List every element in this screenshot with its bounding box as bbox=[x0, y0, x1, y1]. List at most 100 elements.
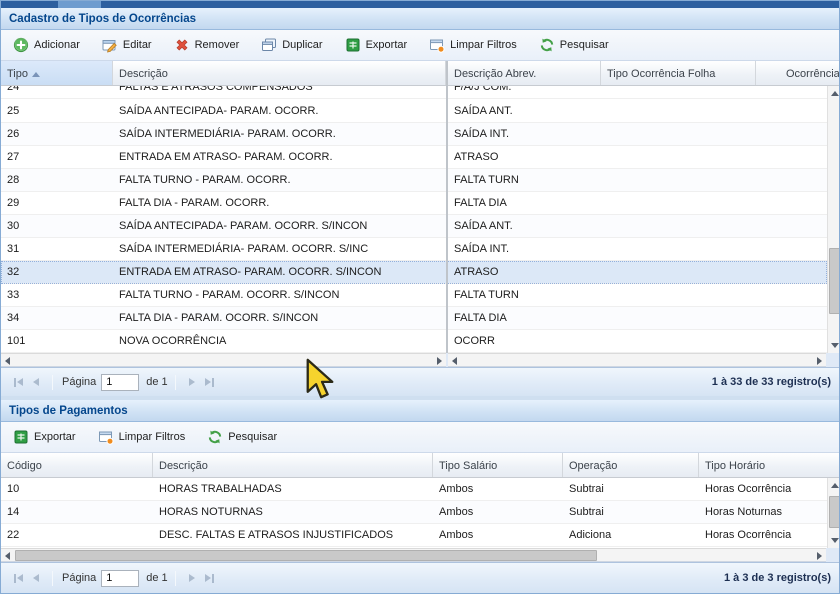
cell-ocorrencia bbox=[756, 330, 827, 352]
cell-abrev: OCORR bbox=[448, 330, 601, 352]
export-icon bbox=[13, 429, 29, 445]
first-page-button[interactable] bbox=[9, 569, 27, 587]
scroll-down-icon[interactable] bbox=[831, 538, 839, 543]
cell-tipo: 34 bbox=[1, 307, 113, 329]
partially-scrolled-row[interactable]: 24FALTAS E ATRASOS COMPENSADOSF/A/J COM. bbox=[1, 86, 827, 100]
payments-vertical-scrollbar[interactable] bbox=[827, 478, 840, 548]
table-row[interactable]: 10HORAS TRABALHADASAmbosSubtraiHoras Oco… bbox=[1, 478, 827, 501]
scroll-up-icon[interactable] bbox=[831, 91, 839, 96]
first-page-icon bbox=[17, 378, 23, 386]
table-row[interactable]: 31SAÍDA INTERMEDIÁRIA- PARAM. OCORR. S/I… bbox=[1, 238, 827, 261]
column-header-tipo[interactable]: Tipo bbox=[1, 61, 113, 86]
first-page-button[interactable] bbox=[9, 373, 27, 391]
table-row[interactable]: 25SAÍDA ANTECIPADA- PARAM. OCORR.SAÍDA A… bbox=[1, 100, 827, 123]
page-input[interactable] bbox=[101, 374, 139, 391]
prev-page-icon bbox=[33, 574, 39, 582]
column-header-tipo-horario[interactable]: Tipo Horário bbox=[699, 453, 840, 478]
cell-tipo: 25 bbox=[1, 100, 113, 122]
occurrences-hscrollbar-locked[interactable] bbox=[1, 353, 446, 367]
cell-abrev: SAÍDA INT. bbox=[448, 238, 601, 260]
separator bbox=[175, 571, 176, 586]
export-button[interactable]: Exportar bbox=[9, 426, 80, 448]
scroll-right-icon[interactable] bbox=[817, 552, 822, 560]
prev-page-button[interactable] bbox=[27, 569, 45, 587]
cell-descricao: FALTA TURNO - PARAM. OCORR. bbox=[113, 169, 446, 191]
page-input[interactable] bbox=[101, 570, 139, 587]
column-header-descricao[interactable]: Descrição bbox=[153, 453, 433, 478]
clear-filters-button[interactable]: Limpar Filtros bbox=[425, 34, 521, 56]
separator bbox=[52, 375, 53, 390]
cell-tipo: 33 bbox=[1, 284, 113, 306]
cell-ocorrencia bbox=[756, 284, 827, 306]
column-header-descricao-abrev[interactable]: Descrição Abrev. bbox=[448, 61, 601, 86]
table-row[interactable]: 33FALTA TURNO - PARAM. OCORR. S/INCONFAL… bbox=[1, 284, 827, 307]
table-row[interactable]: 14HORAS NOTURNASAmbosSubtraiHoras Noturn… bbox=[1, 501, 827, 524]
vertical-scroll-thumb[interactable] bbox=[829, 248, 840, 314]
prev-page-button[interactable] bbox=[27, 373, 45, 391]
cell-descricao: SAÍDA INTERMEDIÁRIA- PARAM. OCORR. S/INC bbox=[113, 238, 446, 260]
last-page-icon bbox=[205, 574, 211, 582]
table-row[interactable]: 28FALTA TURNO - PARAM. OCORR.FALTA TURN bbox=[1, 169, 827, 192]
table-row[interactable]: 26SAÍDA INTERMEDIÁRIA- PARAM. OCORR.SAÍD… bbox=[1, 123, 827, 146]
cell-tipo: 101 bbox=[1, 330, 113, 352]
cell-ocorrencia bbox=[756, 169, 827, 191]
cell-ocorrencia bbox=[756, 192, 827, 214]
occurrences-hscrollbar-scrollable[interactable] bbox=[448, 353, 826, 367]
horizontal-scroll-thumb[interactable] bbox=[15, 550, 597, 561]
last-page-button[interactable] bbox=[201, 569, 219, 587]
cell-folha bbox=[601, 192, 756, 214]
export-button[interactable]: Exportar bbox=[341, 34, 412, 56]
cell-descricao: SAÍDA ANTECIPADA- PARAM. OCORR. S/INCON bbox=[113, 215, 446, 237]
cell-descricao: FALTAS E ATRASOS COMPENSADOS bbox=[113, 86, 446, 98]
records-summary: 1 à 3 de 3 registro(s) bbox=[724, 572, 831, 584]
cell-abrev: SAÍDA ANT. bbox=[448, 100, 601, 122]
cell-descricao: ENTRADA EM ATRASO- PARAM. OCORR. S/INCON bbox=[113, 261, 446, 283]
scroll-left-icon[interactable] bbox=[5, 552, 10, 560]
scroll-up-icon[interactable] bbox=[831, 483, 839, 488]
cell-codigo: 22 bbox=[1, 524, 153, 546]
scroll-right-icon[interactable] bbox=[437, 357, 442, 365]
column-header-tipo-salario[interactable]: Tipo Salário bbox=[433, 453, 563, 478]
cell-folha bbox=[601, 261, 756, 283]
table-row[interactable]: 22DESC. FALTAS E ATRASOS INJUSTIFICADOSA… bbox=[1, 524, 827, 547]
search-button[interactable]: Pesquisar bbox=[535, 34, 613, 56]
next-page-button[interactable] bbox=[183, 373, 201, 391]
app-window: Cadastro de Tipos de Ocorrências Adicion… bbox=[0, 0, 840, 594]
search-button[interactable]: Pesquisar bbox=[203, 426, 281, 448]
payments-hscrollbar[interactable] bbox=[1, 548, 826, 562]
vertical-scroll-thumb[interactable] bbox=[829, 496, 840, 528]
last-page-button[interactable] bbox=[201, 373, 219, 391]
table-row[interactable]: 32ENTRADA EM ATRASO- PARAM. OCORR. S/INC… bbox=[1, 261, 827, 284]
cell-operacao: Subtrai bbox=[563, 478, 699, 500]
table-row[interactable]: 34FALTA DIA - PARAM. OCORR. S/INCONFALTA… bbox=[1, 307, 827, 330]
table-row[interactable]: 30SAÍDA ANTECIPADA- PARAM. OCORR. S/INCO… bbox=[1, 215, 827, 238]
edit-button[interactable]: Editar bbox=[98, 34, 156, 56]
scroll-down-icon[interactable] bbox=[831, 343, 839, 348]
table-row[interactable]: 29FALTA DIA - PARAM. OCORR.FALTA DIA bbox=[1, 192, 827, 215]
table-row[interactable]: 101NOVA OCORRÊNCIAOCORR bbox=[1, 330, 827, 353]
duplicate-button[interactable]: Duplicar bbox=[257, 34, 326, 56]
cell-abrev: FALTA DIA bbox=[448, 307, 601, 329]
cell-salario: Ambos bbox=[433, 501, 563, 523]
column-header-operacao[interactable]: Operação bbox=[563, 453, 699, 478]
occurrences-paging-toolbar: Página de 1 1 à 33 de 33 registro(s) bbox=[1, 367, 839, 396]
remove-button[interactable]: Remover bbox=[170, 34, 244, 56]
column-header-ocorrencia[interactable]: Ocorrência bbox=[756, 61, 840, 86]
scroll-left-icon[interactable] bbox=[452, 357, 457, 365]
add-button[interactable]: Adicionar bbox=[9, 34, 84, 56]
table-row[interactable]: 27ENTRADA EM ATRASO- PARAM. OCORR.ATRASO bbox=[1, 146, 827, 169]
scroll-left-icon[interactable] bbox=[5, 357, 10, 365]
clear-filters-icon bbox=[98, 429, 114, 445]
column-header-codigo[interactable]: Código bbox=[1, 453, 153, 478]
page-title: Tipos de Pagamentos bbox=[9, 405, 128, 417]
table-row[interactable]: 24FALTAS E ATRASOS COMPENSADOSF/A/J COM. bbox=[1, 86, 827, 99]
occurrences-grid-header: Tipo Descrição Descrição Abrev. Tipo Oco… bbox=[1, 61, 840, 86]
occurrences-vertical-scrollbar[interactable] bbox=[827, 86, 840, 353]
next-page-button[interactable] bbox=[183, 569, 201, 587]
column-header-descricao[interactable]: Descrição bbox=[113, 61, 446, 86]
clear-filters-button[interactable]: Limpar Filtros bbox=[94, 426, 190, 448]
cell-descricao: FALTA DIA - PARAM. OCORR. S/INCON bbox=[113, 307, 446, 329]
column-header-tipo-ocorrencia-folha[interactable]: Tipo Ocorrência Folha bbox=[601, 61, 756, 86]
cell-folha bbox=[601, 100, 756, 122]
scroll-right-icon[interactable] bbox=[817, 357, 822, 365]
